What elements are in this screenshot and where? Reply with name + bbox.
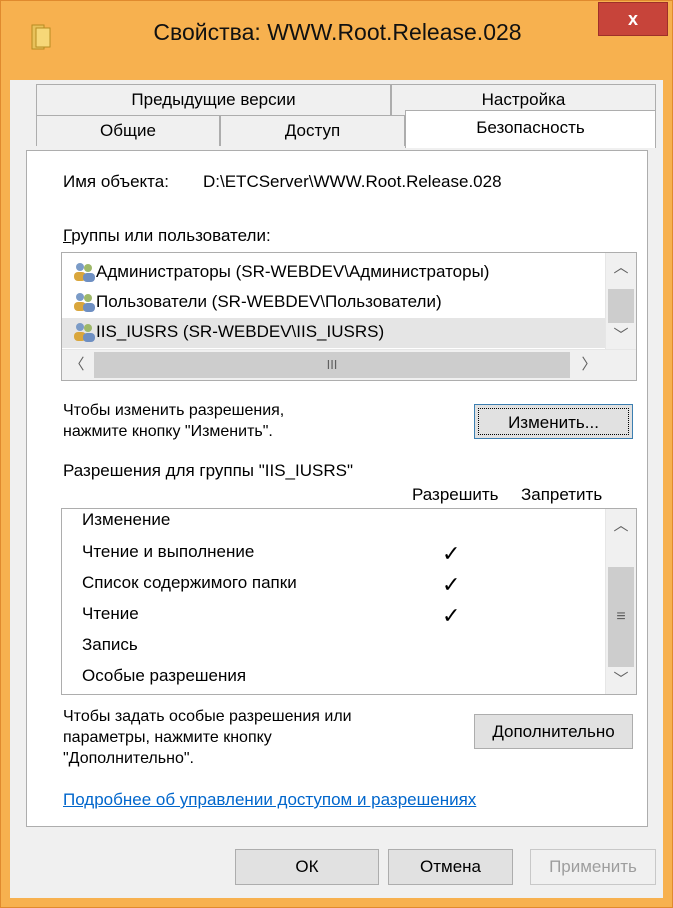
scroll-up-icon[interactable]: ︿	[606, 253, 636, 283]
permissions-label: Разрешения для группы "IIS_IUSRS"	[63, 461, 353, 480]
scroll-thumb[interactable]	[608, 289, 634, 323]
users-group-icon	[74, 293, 95, 312]
list-item[interactable]: Администраторы (SR-WEBDEV\Администраторы…	[62, 258, 606, 288]
permission-row: Чтение и выполнение ✓	[62, 538, 606, 569]
allow-column-header: Разрешить	[412, 485, 499, 504]
permission-row: Чтение ✓	[62, 600, 606, 631]
groups-horizontal-scrollbar[interactable]: 〈 III 〉	[62, 349, 636, 380]
permission-row: Изменение	[62, 509, 606, 537]
users-group-icon	[74, 263, 95, 282]
tab-sharing[interactable]: Доступ	[220, 115, 405, 146]
scroll-thumb[interactable]: ≡	[608, 567, 634, 667]
tab-general[interactable]: Общие	[36, 115, 220, 146]
change-hint-line2: нажмите кнопку "Изменить".	[63, 423, 273, 440]
change-hint-line1: Чтобы изменить разрешения,	[63, 402, 285, 419]
scroll-up-icon[interactable]: ︿	[606, 511, 636, 541]
close-button[interactable]: x	[598, 2, 668, 36]
allow-check-icon: ✓	[442, 541, 461, 566]
scroll-down-icon[interactable]: ﹀	[606, 665, 636, 694]
allow-check-icon: ✓	[442, 572, 461, 597]
groups-label: Группы или пользователи:	[63, 226, 271, 246]
list-item-label: Администраторы (SR-WEBDEV\Администраторы…	[96, 262, 490, 281]
permission-row: Особые разрешения	[62, 662, 606, 693]
change-button[interactable]: Изменить...	[474, 404, 633, 439]
advanced-hint-line3: "Дополнительно".	[63, 750, 194, 767]
list-item-selected[interactable]: IIS_IUSRS (SR-WEBDEV\IIS_IUSRS)	[62, 318, 606, 348]
groups-vertical-scrollbar[interactable]: ︿ ﹀	[605, 253, 636, 350]
window-title: Свойства: WWW.Root.Release.028	[153, 19, 522, 45]
permissions-rows: Изменение Чтение и выполнение ✓ Список с…	[62, 509, 606, 694]
scroll-down-icon[interactable]: ﹀	[606, 321, 636, 351]
title-bar[interactable]: Свойства: WWW.Root.Release.028 x	[1, 1, 672, 80]
permission-row: Список содержимого папки ✓	[62, 569, 606, 600]
allow-check-icon: ✓	[442, 603, 461, 628]
list-item[interactable]: Пользователи (SR-WEBDEV\Пользователи)	[62, 288, 606, 318]
apply-button[interactable]: Применить	[530, 849, 656, 885]
scroll-left-icon[interactable]: 〈	[62, 350, 92, 380]
permission-name: Чтение	[82, 604, 139, 623]
scroll-thumb-horizontal[interactable]: III	[94, 352, 570, 378]
object-name-label: Имя объекта:	[63, 172, 169, 191]
groups-listbox[interactable]: Администраторы (SR-WEBDEV\Администраторы…	[61, 252, 637, 381]
cancel-button[interactable]: Отмена	[388, 849, 513, 885]
permission-name: Чтение и выполнение	[82, 542, 255, 561]
deny-column-header: Запретить	[521, 485, 603, 504]
learn-more-link[interactable]: Подробнее об управлении доступом и разре…	[63, 790, 476, 810]
list-item-label: IIS_IUSRS (SR-WEBDEV\IIS_IUSRS)	[96, 322, 385, 341]
permissions-vertical-scrollbar[interactable]: ︿ ≡ ﹀	[605, 509, 636, 694]
tab-previous-versions[interactable]: Предыдущие версии	[36, 84, 391, 115]
permission-name: Изменение	[82, 510, 171, 529]
advanced-button[interactable]: Дополнительно	[474, 714, 633, 749]
change-button-label: Изменить...	[478, 408, 629, 435]
object-name-value: D:\ETCServer\WWW.Root.Release.028	[203, 172, 502, 191]
tab-security[interactable]: Безопасность	[405, 110, 656, 148]
list-item-label: Пользователи (SR-WEBDEV\Пользователи)	[96, 292, 442, 311]
advanced-hint-line2: параметры, нажмите кнопку	[63, 729, 272, 746]
permission-row: Запись	[62, 631, 606, 662]
groups-label-rest: руппы или пользователи:	[71, 226, 271, 245]
ok-button[interactable]: ОК	[235, 849, 379, 885]
advanced-hint-line1: Чтобы задать особые разрешения или	[63, 708, 352, 725]
permission-name: Список содержимого папки	[82, 573, 297, 592]
scroll-right-icon[interactable]: 〉	[574, 350, 604, 380]
groups-list-items: Администраторы (SR-WEBDEV\Администраторы…	[62, 253, 606, 351]
permission-name: Запись	[82, 635, 138, 654]
permissions-listbox[interactable]: Изменение Чтение и выполнение ✓ Список с…	[61, 508, 637, 695]
users-group-icon	[74, 323, 95, 342]
permission-name: Особые разрешения	[82, 666, 247, 685]
